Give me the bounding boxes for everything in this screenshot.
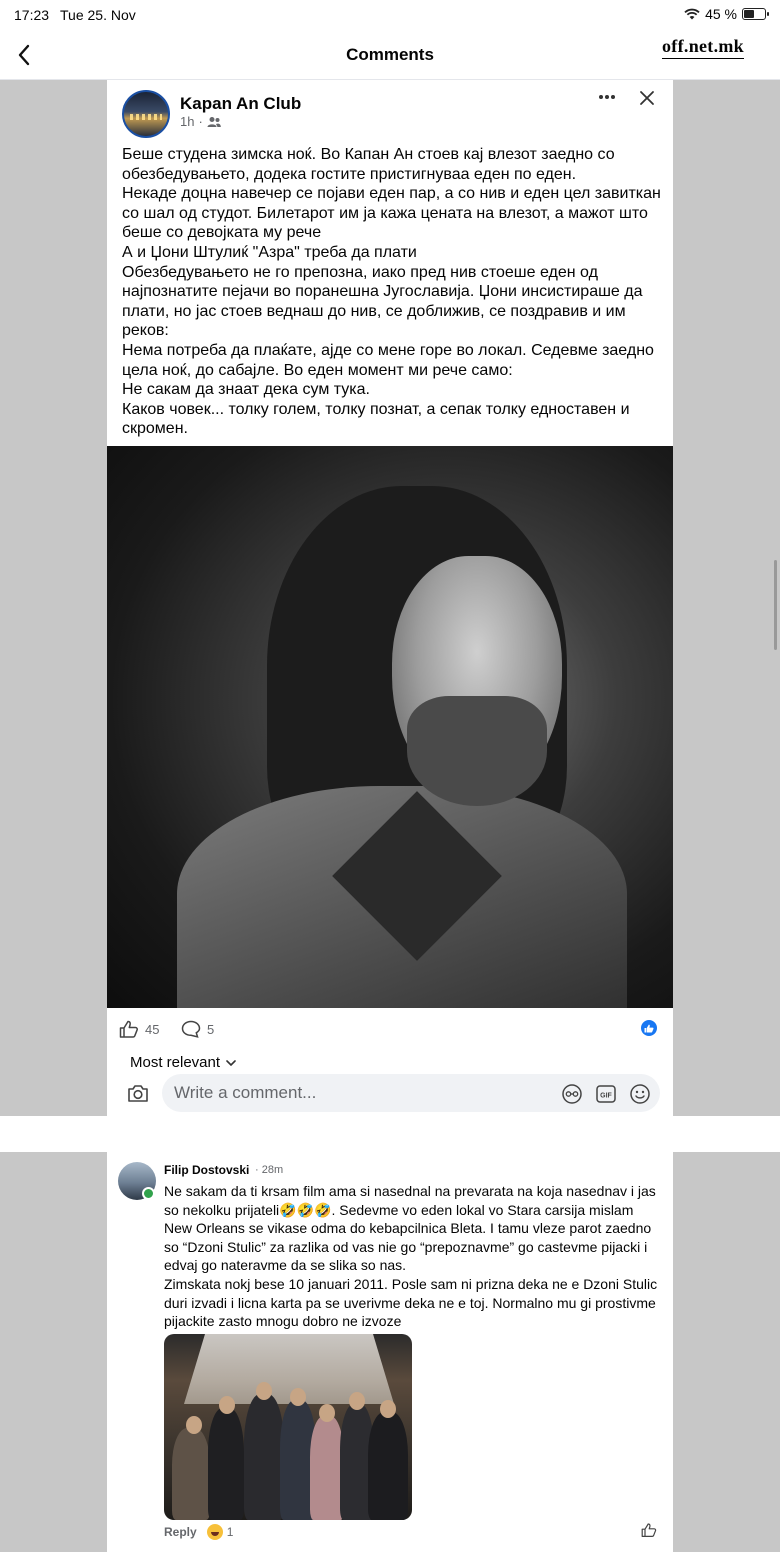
comment-count: 5: [207, 1021, 215, 1037]
comment-card: Filip Dostovski · 28m Ne sakam da ti krs…: [107, 1152, 673, 1552]
comment-text: Ne sakam da ti krsam film ama si nasedna…: [164, 1183, 658, 1330]
more-options-icon[interactable]: [598, 94, 616, 100]
comment-bubble-icon: [181, 1020, 201, 1038]
comment-photo[interactable]: [164, 1334, 412, 1520]
comment-composer: GIF: [107, 1072, 673, 1116]
avatar-sticker-icon[interactable]: [561, 1083, 583, 1105]
separator: [0, 1116, 780, 1152]
battery-fill: [744, 10, 754, 18]
comment-like-icon[interactable]: [641, 1522, 657, 1538]
post-card: Kapan An Club 1h · Беше студена зимска н…: [107, 80, 673, 1116]
status-date: Tue 25. Nov: [60, 7, 136, 23]
commenter-name[interactable]: Filip Dostovski: [164, 1163, 249, 1177]
post-photo[interactable]: [107, 446, 673, 1008]
wifi-icon: [684, 8, 700, 20]
friends-icon: [207, 116, 221, 127]
post-meta: 1h ·: [180, 114, 221, 129]
comment-input[interactable]: [162, 1074, 660, 1112]
thumbs-up-icon: [119, 1020, 138, 1038]
battery-icon: [742, 8, 769, 20]
reaction-count: 1: [226, 1525, 234, 1539]
laugh-emoji-icon: [206, 1524, 223, 1540]
comment-reactions[interactable]: 1: [206, 1524, 234, 1540]
camera-icon[interactable]: [127, 1083, 149, 1103]
page-name[interactable]: Kapan An Club: [180, 94, 301, 114]
comment-button[interactable]: 5: [181, 1020, 214, 1038]
post-time: 1h: [180, 114, 195, 129]
reaction-bar: 45 5: [107, 1016, 673, 1046]
status-time: 17:23: [14, 7, 50, 23]
like-reaction-icon: [641, 1020, 657, 1036]
like-count: 45: [145, 1021, 160, 1037]
svg-text:GIF: GIF: [600, 1093, 612, 1100]
page-avatar[interactable]: [122, 90, 170, 138]
comment-time: · 28m: [255, 1164, 284, 1176]
close-icon[interactable]: [639, 90, 655, 106]
online-status-dot: [142, 1187, 155, 1200]
watermark: off.net.mk: [662, 36, 744, 59]
reply-button[interactable]: Reply: [164, 1525, 197, 1539]
emoji-icon[interactable]: [629, 1083, 651, 1105]
battery-percent: 45 %: [705, 6, 737, 22]
dot-separator: ·: [198, 114, 203, 129]
scrollbar[interactable]: [774, 560, 777, 650]
comment-footer: Reply 1: [164, 1524, 233, 1540]
status-bar: 17:23 Tue 25. Nov 45 %: [0, 0, 780, 30]
status-right: 45 %: [684, 6, 769, 22]
sort-label: Most relevant: [130, 1054, 221, 1071]
nav-bar: Comments off.net.mk: [0, 30, 780, 80]
gif-icon[interactable]: GIF: [595, 1083, 617, 1105]
sort-dropdown[interactable]: Most relevant: [130, 1054, 236, 1071]
like-button[interactable]: 45: [119, 1020, 159, 1038]
chevron-down-icon: [226, 1059, 236, 1066]
post-text: Беше студена зимска ноќ. Во Капан Ан сто…: [122, 146, 661, 438]
